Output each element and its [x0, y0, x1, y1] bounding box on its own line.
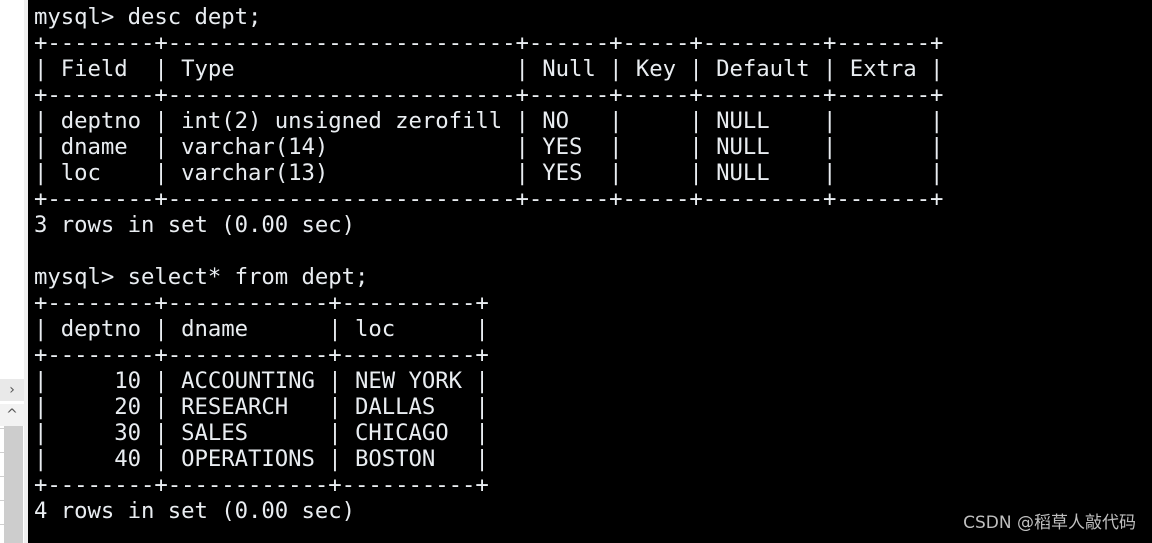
chevron-up-icon: ^ — [6, 407, 18, 423]
table-border: +--------+--------------------------+---… — [34, 82, 944, 108]
table-border: +--------+--------------------------+---… — [34, 186, 944, 212]
table-border: +--------+------------+----------+ — [34, 472, 489, 498]
table-row: | deptno | int(2) unsigned zerofill | NO… — [34, 108, 944, 134]
watermark: CSDN @稻草人敲代码 — [963, 513, 1136, 533]
table-header-row: | Field | Type | Null | Key | Default | … — [34, 56, 944, 82]
expand-panel-button[interactable]: › — [0, 379, 24, 401]
table-border: +--------+--------------------------+---… — [34, 30, 944, 56]
result-status: 4 rows in set (0.00 sec) — [34, 498, 355, 524]
side-panel: › ^ — [0, 0, 25, 543]
table-row: | 30 | SALES | CHICAGO | — [34, 420, 489, 446]
table-row: | loc | varchar(13) | YES | | NULL | | — [34, 160, 944, 186]
table-row: | 40 | OPERATIONS | BOSTON | — [34, 446, 489, 472]
table-border: +--------+------------+----------+ — [34, 342, 489, 368]
table-row: | dname | varchar(14) | YES | | NULL | | — [34, 134, 944, 160]
scroll-up-button[interactable]: ^ — [0, 404, 24, 426]
terminal-line-prompt: mysql> desc dept; — [34, 4, 262, 30]
terminal-line-prompt: mysql> select* from dept; — [34, 264, 369, 290]
result-status: 3 rows in set (0.00 sec) — [34, 212, 355, 238]
terminal-output: mysql> desc dept; +--------+-------------… — [34, 4, 943, 524]
table-border: +--------+------------+----------+ — [34, 290, 489, 316]
panel-scrollbar[interactable] — [4, 426, 23, 543]
table-row: | 10 | ACCOUNTING | NEW YORK | — [34, 368, 489, 394]
table-row: | 20 | RESEARCH | DALLAS | — [34, 394, 489, 420]
chevron-right-icon: › — [9, 382, 15, 398]
table-header-row: | deptno | dname | loc | — [34, 316, 489, 342]
